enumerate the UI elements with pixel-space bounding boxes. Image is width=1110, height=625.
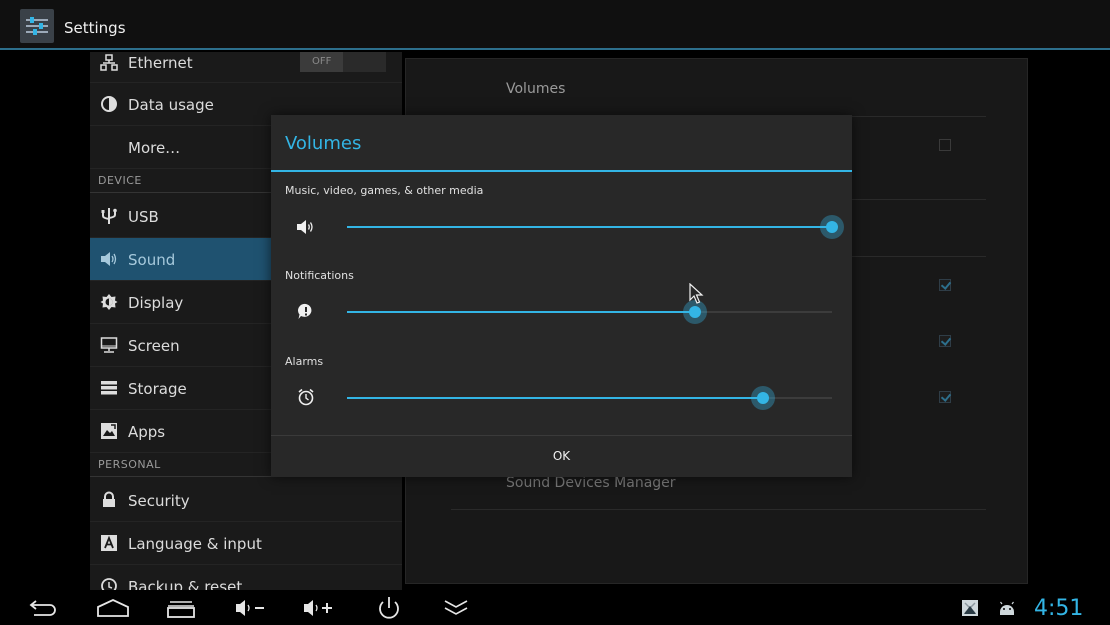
slider-thumb[interactable] [820,215,844,239]
slider-progress [347,226,832,228]
home-icon[interactable] [96,594,130,622]
volume-down-icon[interactable] [234,594,268,622]
divider [451,509,986,510]
settings-item-security[interactable]: Security [90,479,402,522]
keyboard-a-icon [101,535,117,551]
ethernet-icon [100,54,118,71]
alarms-volume-label: Alarms [285,355,324,368]
settings-item-label: Backup & reset [128,578,243,590]
speaker-icon [101,252,117,266]
settings-item-label: Apps [128,423,166,441]
checkbox[interactable] [939,391,951,403]
settings-item-backup-reset[interactable]: Backup & reset [90,565,402,590]
sound-devices-manager-item[interactable]: Sound Devices Manager [506,475,676,491]
slider-progress [347,397,763,399]
status-clock: 4:51 [1034,596,1084,621]
mouse-cursor-icon [689,283,704,304]
navigation-bar [0,590,1110,625]
screenshot-icon[interactable] [962,600,978,616]
checkbox[interactable] [939,139,951,151]
slider-thumb[interactable] [750,386,775,410]
section-header-label: PERSONAL [98,458,161,471]
settings-item-label: Security [128,492,190,510]
hide-bar-icon[interactable] [441,594,475,622]
alarms-volume-slider[interactable] [347,386,832,410]
storage-icon [101,381,117,395]
data-usage-icon [101,96,117,112]
media-volume-slider[interactable] [347,215,844,239]
settings-item-label: Language & input [128,535,262,553]
slider-progress [347,311,695,313]
speaker-icon [297,220,313,234]
settings-item-ethernet[interactable]: Ethernet OFF [90,52,402,83]
media-volume-label: Music, video, games, & other media [285,184,484,197]
lock-icon [103,491,115,507]
settings-item-label: Ethernet [128,54,193,72]
notifications-volume-slider[interactable] [347,300,832,324]
checkbox[interactable] [939,279,951,291]
recent-apps-icon[interactable] [166,594,200,622]
backup-icon [101,578,117,590]
settings-item-label: More… [128,139,181,157]
volumes-dialog: Volumes Music, video, games, & other med… [271,115,852,477]
usb-icon [101,208,117,224]
android-debug-icon [1000,601,1014,615]
settings-item-label: Storage [128,380,187,398]
notifications-volume-label: Notifications [285,269,354,282]
apps-icon [101,423,117,439]
alarm-clock-icon [298,388,314,406]
checkbox[interactable] [939,335,951,347]
settings-item-label: Display [128,294,184,312]
dialog-button-bar: OK [271,435,852,477]
settings-item-label: USB [128,208,159,226]
display-brightness-icon [100,294,118,310]
volumes-preference[interactable]: Volumes [506,81,565,97]
settings-item-language-input[interactable]: Language & input [90,522,402,565]
back-icon[interactable] [26,594,60,622]
settings-item-label: Sound [128,251,176,269]
settings-item-label: Data usage [128,96,214,114]
section-header-label: DEVICE [98,174,142,187]
ethernet-toggle[interactable]: OFF [300,52,386,72]
volume-up-icon[interactable] [302,594,336,622]
dialog-title: Volumes [285,133,362,154]
toggle-state: OFF [312,56,332,67]
app-title: Settings [64,19,126,37]
monitor-icon [100,337,118,353]
settings-sliders-icon[interactable] [20,9,54,43]
ok-button[interactable]: OK [271,436,852,477]
action-bar: Settings [0,0,1110,50]
dialog-title-divider [271,170,852,172]
power-icon[interactable] [372,594,406,622]
settings-item-label: Screen [128,337,180,355]
notification-bubble-icon [297,303,312,319]
